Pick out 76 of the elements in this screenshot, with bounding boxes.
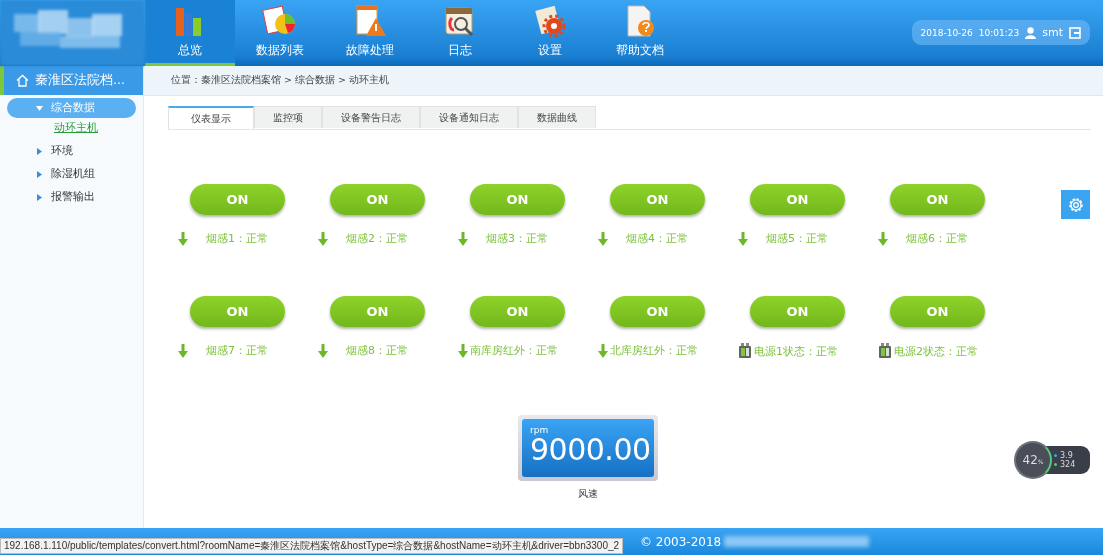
arrow-down-icon [598,343,608,358]
pie-chart-icon [262,4,298,38]
nav-tab[interactable]: 帮助文档 [595,0,685,66]
nav-tab[interactable]: 数据列表 [235,0,325,66]
status-button[interactable]: ON [190,296,285,327]
arrow-down-icon [738,231,748,246]
status-url-tooltip: 192.168.1.110/public/templates/convert.html?roomName=秦淮区法院档案馆&hostType=综合数据&hostName=动环主机&driver=bbn3300_2 [0,538,624,554]
tree-item[interactable]: 报警输出 [7,187,136,207]
status-button[interactable]: ON [610,184,705,215]
tab[interactable]: 监控项 [254,106,322,128]
logout-icon[interactable] [1069,26,1081,39]
home-icon [16,74,29,87]
breadcrumb: 位置：秦淮区法院档案馆 > 综合数据 > 动环主机 [171,74,389,87]
value-readout: 9000.00 [530,435,652,465]
sensor-status: 烟感2：正常 [346,231,408,246]
status-button[interactable]: ON [890,184,985,215]
sensor-status: 烟感7：正常 [206,343,268,358]
arrow-down-icon [318,231,328,246]
tree-item[interactable]: 环境 [7,141,136,161]
tree-item[interactable]: 除湿机组 [7,164,136,184]
time-text: 10:01:23 [978,27,1020,38]
status-button[interactable]: ON [470,296,565,327]
settings-icon [1066,195,1085,214]
arrow-down-icon [458,231,468,246]
caret-icon [36,104,43,112]
sensor-status: 烟感5：正常 [766,231,828,246]
settings-button[interactable] [1061,190,1090,219]
sensor-status: 电源2状态：正常 [894,343,978,359]
unit-label: rpm [530,425,550,435]
tree-item[interactable]: 综合数据 [7,98,136,118]
arrow-down-icon [178,343,188,358]
sensor-status: 烟感8：正常 [346,343,408,358]
caret-icon [36,193,43,201]
sensor-status: 烟感4：正常 [626,231,688,246]
sidebar-header[interactable]: 秦淮区法院档... [0,66,143,95]
status-button[interactable]: ON [610,296,705,327]
tab[interactable]: 设备通知日志 [420,106,518,128]
arrow-down-icon [878,231,888,246]
arrow-down-icon [458,343,468,358]
nav-tab[interactable]: 总览 [145,0,235,66]
gear-icon [532,4,568,38]
username[interactable]: smt [1042,26,1063,39]
tab[interactable]: 数据曲线 [518,106,596,128]
copyright-text: © 2003-2018 [640,534,722,549]
date-text: 2018-10-26 [920,27,973,38]
tree-link[interactable]: 动环主机 [0,118,143,138]
battery-icon [738,343,752,359]
sensor-status: 南库房红外：正常 [470,343,558,358]
status-button[interactable]: ON [470,184,565,215]
arrow-down-icon [598,231,608,246]
display-caption: 风速 [578,487,598,501]
sensor-status: 电源1状态：正常 [754,343,838,359]
status-button[interactable]: ON [750,184,845,215]
tab[interactable]: 仪表显示 [168,106,254,129]
user-icon [1025,26,1037,39]
nav-tab[interactable]: 设置 [505,0,595,66]
upload-speed: 3.9 [1060,451,1073,460]
sensor-status: 北库房红外：正常 [610,343,698,358]
battery-icon [878,343,892,359]
status-button[interactable]: ON [190,184,285,215]
nav-tab[interactable]: 日志 [415,0,505,66]
status-button[interactable]: ON [330,296,425,327]
sensor-status: 烟感6：正常 [906,231,968,246]
sensor-status: 烟感1：正常 [206,231,268,246]
status-button[interactable]: ON [330,184,425,215]
arrow-down-icon [318,343,328,358]
status-button[interactable]: ON [890,296,985,327]
sidebar-title: 秦淮区法院档... [35,72,125,89]
sensor-status: 烟感3：正常 [486,231,548,246]
tab[interactable]: 设备警告日志 [322,106,420,128]
status-button[interactable]: ON [750,296,845,327]
caret-icon [36,170,43,178]
caret-icon [36,147,43,155]
arrow-down-icon [178,231,188,246]
download-speed: 324 [1060,460,1076,469]
nav-tab[interactable]: 故障处理 [325,0,415,66]
